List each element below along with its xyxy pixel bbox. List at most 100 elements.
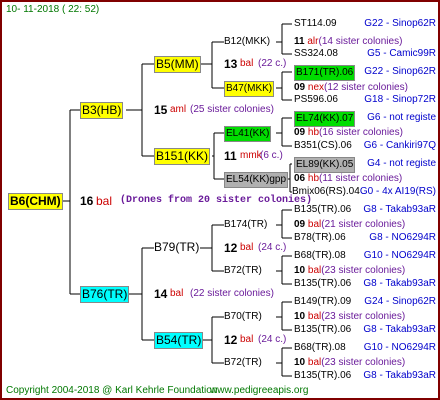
queen-g3-4: B174(TR) [224, 219, 268, 230]
g3-1-stats: 09 nex(12 sister colonies) [294, 82, 408, 94]
queen-g2-2: B79(TR) [154, 240, 200, 254]
queen-g4-7: Bmix06(RS).04 [292, 186, 360, 197]
g4-12-info: G24 - Sinop62R [364, 296, 436, 307]
queen-g2-3: B54(TR) [154, 332, 204, 349]
root-count: 16 [80, 194, 94, 208]
queen-g4-12: B149(TR).09 [294, 296, 352, 307]
g4-0-info: G22 - Sinop62R [364, 18, 436, 29]
queen-g4-8: B135(TR).06 [294, 204, 352, 215]
g3-3-count: 06 [294, 173, 306, 184]
g1-1-code: bal [170, 288, 184, 299]
queen-g2-0: B5(MM) [154, 56, 201, 73]
g3-6-note: (23 sister colonies) [321, 311, 406, 322]
g3-4-count: 09 [294, 219, 306, 230]
root-note: (Drones from 20 sister colonies) [120, 195, 313, 206]
queen-root: B6(CHM) [8, 193, 63, 210]
g3-2-note: (16 sister colonies) [319, 127, 403, 138]
g4-1-info: G5 - Camic99R [367, 48, 436, 59]
queen-g3-0: B12(MKK) [224, 36, 271, 47]
g3-0-stats: 11 alr(14 sister colonies) [294, 36, 402, 48]
queen-g4-5: B351(CS).06 [294, 140, 352, 151]
g1-0-count: 15 [154, 103, 168, 117]
g4-5-info: G6 - Cankiri97Q [363, 140, 436, 151]
g3-0-count: 11 [294, 36, 305, 47]
queen-g3-2: EL41(KK) [224, 126, 272, 142]
g3-7-stats: 10 bal(23 sister colonies) [294, 357, 405, 369]
g2-2-note: (24 c.) [258, 242, 287, 253]
g2-2-code: bal [240, 242, 254, 253]
g3-3-code: hb [307, 173, 320, 184]
g3-2-count: 09 [294, 127, 306, 138]
g3-7-code: bal [307, 357, 322, 368]
footer-copyright: Copyright 2004-2018 @ Karl Kehrle Founda… [6, 385, 218, 396]
g3-0-note: (14 sister colonies) [318, 36, 403, 47]
g4-7-info: G0 - 4x AI19(RS) [359, 186, 436, 197]
g1-0-code: aml [170, 104, 187, 115]
g2-1-count: 11 [224, 149, 237, 163]
g3-1-code: nex [307, 82, 325, 93]
queen-g2-1: B151(KK) [154, 148, 211, 165]
g2-3-note: (24 c.) [258, 334, 287, 345]
queen-g1-1: B76(TR) [80, 286, 130, 303]
g3-4-note: (21 sister colonies) [321, 219, 406, 230]
g3-1-note: (12 sister colonies) [324, 82, 408, 93]
g2-3-code: bal [240, 334, 254, 345]
g3-7-note: (23 sister colonies) [321, 357, 406, 368]
queen-g3-5: B72(TR) [224, 265, 262, 276]
queen-g4-4: EL74(KK).07 [294, 111, 356, 127]
g2-1-note: (6 c.) [260, 150, 283, 161]
g2-0-note: (22 c.) [258, 58, 287, 69]
queen-g4-1: SS324.08 [294, 48, 338, 59]
queen-g4-13: B135(TR).06 [294, 324, 352, 335]
queen-g3-6: B70(TR) [224, 311, 262, 322]
queen-g1-0: B3(HB) [80, 102, 124, 119]
g4-11-info: G8 - Takab93aR [363, 278, 436, 289]
g2-0-count: 13 [224, 57, 238, 71]
g4-13-info: G8 - Takab93aR [363, 324, 436, 335]
g3-0-code: alr [307, 36, 319, 47]
footer-site-link[interactable]: www.pedigreeapis.org [210, 385, 308, 397]
g3-2-code: hb [307, 127, 320, 138]
queen-g3-3: EL54(KK)gpp [224, 172, 289, 188]
g3-7-count: 10 [294, 357, 306, 368]
g4-10-info: G10 - NO6294R [363, 250, 436, 261]
g1-0-note: (25 sister colonies) [190, 104, 274, 115]
g3-5-count: 10 [294, 265, 306, 276]
g1-1-note: (22 sister colonies) [190, 288, 274, 299]
g4-3-info: G18 - Sinop72R [364, 94, 436, 105]
queen-g4-15: B135(TR).06 [294, 370, 352, 381]
queen-g3-1: B47(MKK) [224, 81, 275, 97]
g2-3-count: 12 [224, 333, 238, 347]
g3-6-stats: 10 bal(23 sister colonies) [294, 311, 405, 323]
queen-g4-6: EL89(KK).05 [294, 157, 356, 173]
g4-2-info: G22 - Sinop62R [364, 66, 436, 77]
g3-1-count: 09 [294, 82, 306, 93]
g2-2-count: 12 [224, 241, 238, 255]
g4-4-info: G6 - not registe [367, 112, 436, 123]
report-date: 10- 11-2018 ( 22: 52) [6, 4, 100, 15]
queen-g4-11: B135(TR).06 [294, 278, 352, 289]
queen-g3-7: B72(TR) [224, 357, 262, 368]
g3-5-stats: 10 bal(23 sister colonies) [294, 265, 405, 277]
g3-4-stats: 09 bal(21 sister colonies) [294, 219, 405, 231]
g2-1-code: mmk [240, 150, 262, 161]
g4-8-info: G8 - Takab93aR [363, 204, 436, 215]
g4-14-info: G10 - NO6294R [363, 342, 436, 353]
queen-g4-9: B78(TR).06 [294, 232, 346, 243]
g3-6-code: bal [307, 311, 322, 322]
queen-g4-2: B171(TR).06 [294, 65, 356, 81]
queen-g4-14: B68(TR).08 [294, 342, 346, 353]
g1-1-count: 14 [154, 287, 168, 301]
queen-g4-10: B68(TR).08 [294, 250, 346, 261]
g3-3-note: (11 sister colonies) [319, 173, 403, 184]
g3-5-code: bal [307, 265, 322, 276]
queen-g4-3: PS596.06 [294, 94, 338, 105]
g3-3-stats: 06 hb(11 sister colonies) [294, 173, 402, 185]
g4-6-info: G4 - not registe [367, 158, 436, 169]
g2-0-code: bal [240, 58, 254, 69]
queen-g4-0: ST114.09 [294, 18, 337, 29]
g3-5-note: (23 sister colonies) [321, 265, 406, 276]
g4-15-info: G8 - Takab93aR [363, 370, 436, 381]
pedigree-chart: 10- 11-2018 ( 22: 52) B6(CHM) 16 bal (Dr… [0, 0, 440, 400]
g3-4-code: bal [307, 219, 322, 230]
